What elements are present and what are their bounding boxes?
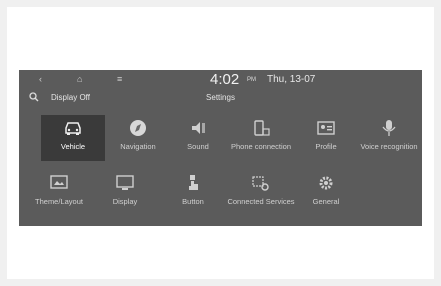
tile-general[interactable]: General [294,170,358,216]
tile-profile[interactable]: Profile [294,115,358,161]
clock-ampm: PM [247,77,256,83]
display-icon [116,175,134,190]
tile-label: General [312,197,340,206]
tile-navigation[interactable]: Navigation [106,115,170,161]
tile-vehicle[interactable]: Vehicle [41,115,105,161]
compass-icon [130,120,146,136]
tile-sound[interactable]: Sound [166,115,230,161]
theme-icon [50,175,68,189]
tile-connected-services[interactable]: Connected Services [227,170,295,216]
speaker-icon [192,122,205,134]
back-icon[interactable]: ‹ [39,73,42,85]
settings-screen: ‹ ⌂ ≡ 4:02 PM Thu, 13-07 Display Off Set… [19,70,422,226]
menu-icon[interactable]: ≡ [117,73,122,85]
profile-icon [317,121,335,135]
phone-icon [254,120,270,136]
microphone-icon [382,120,396,136]
tile-button[interactable]: Button [161,170,225,216]
page-title: Settings [206,93,235,102]
connected-services-icon [252,176,269,191]
tile-label: Voice recognition [360,142,418,151]
clock-time: 4:02 [210,71,240,88]
date-label: Thu, 13-07 [267,74,316,85]
home-icon[interactable]: ⌂ [77,73,82,85]
tile-display[interactable]: Display [93,170,157,216]
status-bar: ‹ ⌂ ≡ 4:02 PM Thu, 13-07 [19,70,422,90]
button-icon [189,175,198,190]
tile-phone-connection[interactable]: Phone connection [229,115,293,161]
tile-voice-recognition[interactable]: Voice recognition [357,115,421,161]
tile-theme-layout[interactable]: Theme/Layout [27,170,91,216]
car-icon [65,122,81,135]
gear-icon [319,176,333,190]
